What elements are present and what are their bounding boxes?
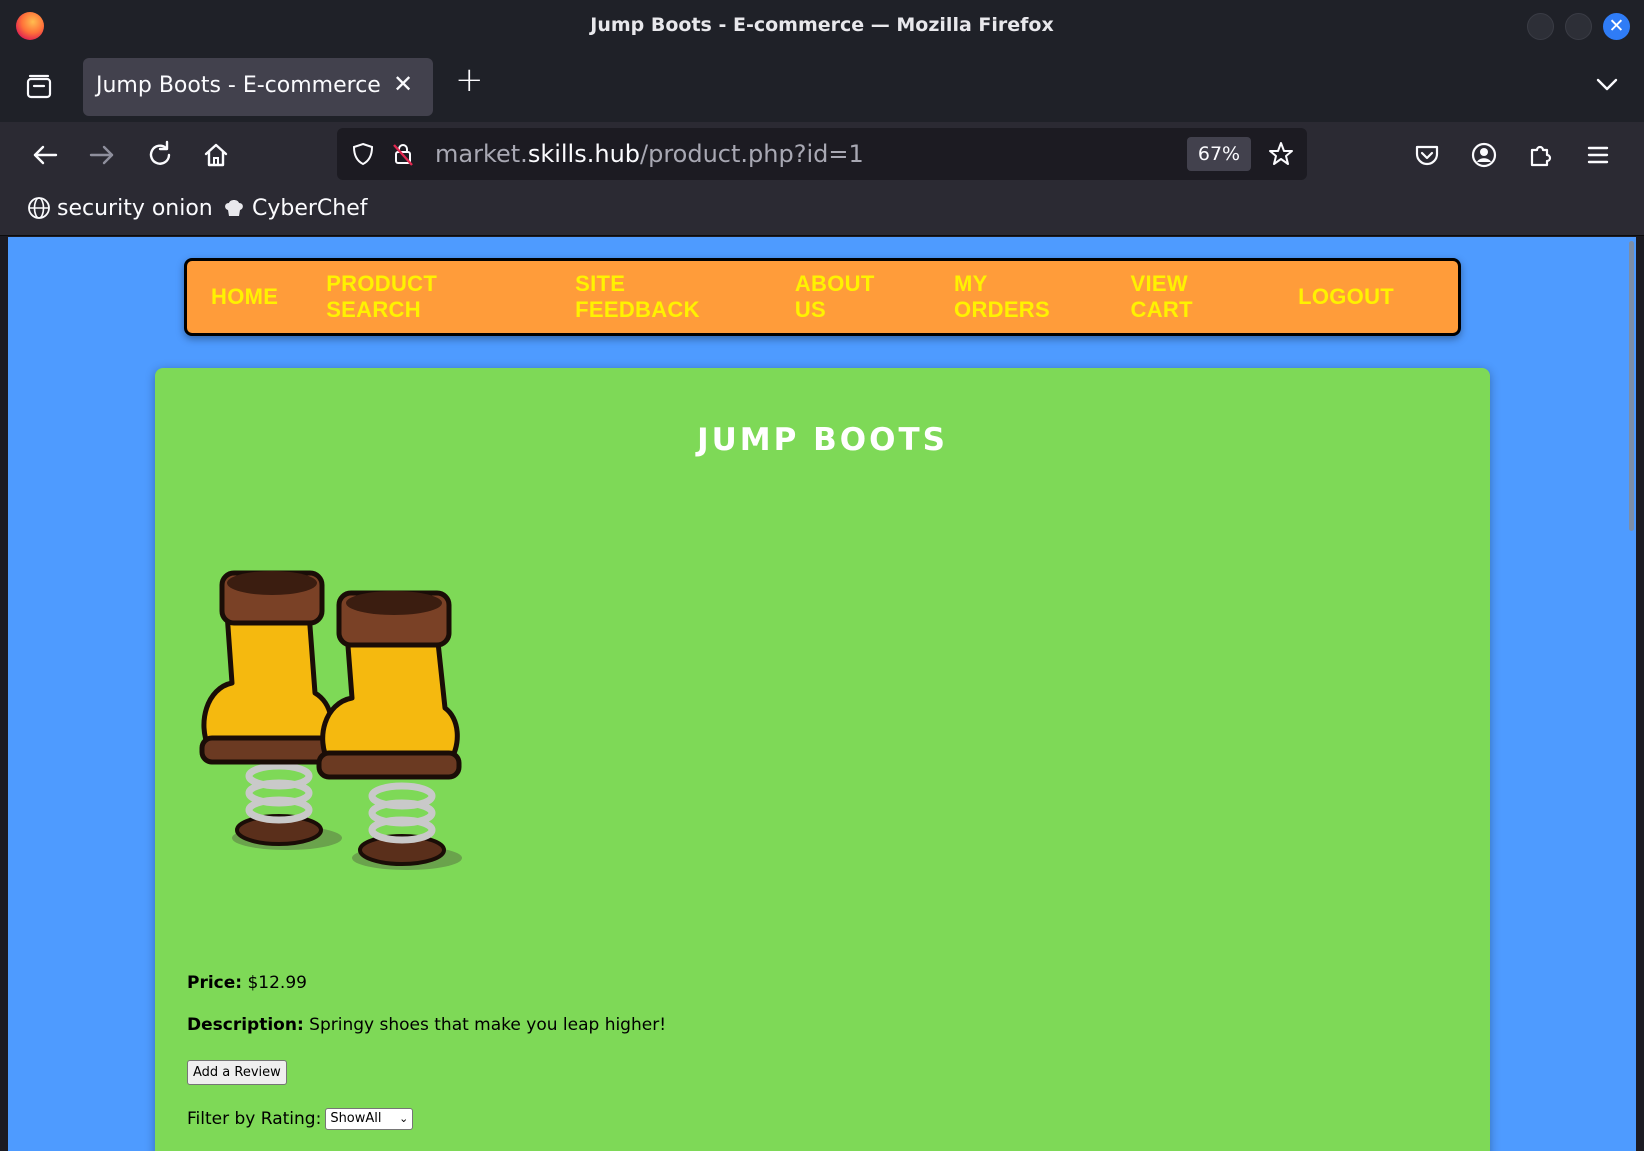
arrow-right-icon [89, 145, 114, 165]
bookmark-star-icon[interactable] [1266, 139, 1296, 169]
reload-icon [149, 140, 171, 165]
bookmarks-toolbar: security onion CyberChef [0, 188, 1644, 236]
page-scrollbar[interactable] [1626, 237, 1636, 1151]
bookmark-security-onion[interactable]: security onion [27, 196, 213, 221]
app-menu-button[interactable] [1581, 138, 1615, 172]
filter-line: Filter by Rating: ShowAll ⌄ [187, 1108, 414, 1130]
add-review-button[interactable]: Add a Review [187, 1060, 287, 1085]
rating-filter-select[interactable]: ShowAll ⌄ [325, 1108, 414, 1130]
globe-icon [28, 197, 50, 219]
back-button[interactable] [28, 138, 62, 172]
navigation-toolbar: market.skills.hub/product.php?id=1 67% [0, 122, 1644, 188]
home-icon [204, 143, 228, 167]
maximize-button[interactable] [1565, 13, 1592, 40]
pocket-button[interactable] [1410, 138, 1444, 172]
scrollbar-thumb[interactable] [1629, 241, 1634, 531]
nav-logout-link[interactable]: LOGOUT [1274, 284, 1418, 310]
url-text[interactable]: market.skills.hub/product.php?id=1 [435, 140, 864, 168]
price-value: $12.99 [247, 973, 307, 993]
description-line: Description: Springy shoes that make you… [187, 1015, 666, 1035]
price-label: Price: [187, 973, 243, 993]
chevron-down-icon [1596, 78, 1618, 91]
window-title: Jump Boots - E-commerce — Mozilla Firefo… [590, 14, 1054, 36]
rating-filter-value: ShowAll [330, 1111, 382, 1126]
forward-button[interactable] [85, 138, 119, 172]
price-line: Price: $12.99 [187, 973, 307, 993]
nav-my-orders-link[interactable]: MY ORDERS [930, 271, 1106, 323]
home-button[interactable] [199, 138, 233, 172]
nav-about-us-link[interactable]: ABOUT US [771, 271, 930, 323]
window-titlebar: Jump Boots - E-commerce — Mozilla Firefo… [0, 0, 1644, 54]
new-tab-button[interactable]: + [455, 60, 484, 100]
zoom-level-button[interactable]: 67% [1187, 137, 1251, 171]
address-bar[interactable]: market.skills.hub/product.php?id=1 67% [337, 128, 1307, 180]
nav-product-search-link[interactable]: PRODUCT SEARCH [302, 271, 551, 323]
account-button[interactable] [1467, 138, 1501, 172]
description-value: Springy shoes that make you leap higher! [309, 1015, 667, 1035]
tab-title: Jump Boots - E-commerce [96, 73, 381, 98]
chevron-down-icon: ⌄ [399, 1112, 409, 1125]
tracking-shield-icon[interactable] [349, 140, 377, 168]
url-prefix: market. [435, 140, 528, 168]
site-navigation: HOME PRODUCT SEARCH SITE FEEDBACK ABOUT … [184, 258, 1461, 336]
url-host: skills.hub [527, 140, 641, 168]
jump-boots-image [199, 570, 462, 870]
account-icon [1471, 142, 1497, 168]
tab-active[interactable]: Jump Boots - E-commerce ✕ [83, 58, 433, 116]
insecure-lock-icon[interactable] [389, 140, 417, 168]
pocket-icon [1415, 145, 1439, 166]
nav-view-cart-link[interactable]: VIEW CART [1107, 271, 1275, 323]
filter-label: Filter by Rating: [187, 1109, 322, 1129]
nav-site-feedback-link[interactable]: SITE FEEDBACK [551, 271, 771, 323]
puzzle-piece-icon [1530, 145, 1552, 167]
hamburger-menu-icon [1587, 146, 1609, 164]
list-all-tabs-button[interactable] [1590, 68, 1624, 106]
bookmark-label: CyberChef [252, 196, 368, 221]
bookmark-label: security onion [57, 196, 213, 221]
nav-home-link[interactable]: HOME [187, 284, 302, 310]
url-path: /product.php?id=1 [640, 140, 864, 168]
minimize-button[interactable] [1527, 13, 1554, 40]
description-label: Description: [187, 1015, 304, 1035]
tab-close-button[interactable]: ✕ [393, 70, 413, 98]
tab-bar: Jump Boots - E-commerce ✕ + [0, 54, 1644, 122]
firefox-view-button[interactable] [22, 70, 56, 104]
firefox-view-icon [26, 74, 52, 99]
product-card: JUMP BOOTS Price: $12.99 Description: Sp… [155, 368, 1490, 1151]
chef-hat-icon [225, 200, 243, 216]
bookmark-cyberchef[interactable]: CyberChef [222, 196, 368, 221]
product-title: JUMP BOOTS [697, 422, 948, 458]
extensions-button[interactable] [1524, 138, 1558, 172]
page-viewport: HOME PRODUCT SEARCH SITE FEEDBACK ABOUT … [8, 237, 1634, 1151]
arrow-left-icon [33, 145, 58, 165]
close-window-button[interactable]: ✕ [1603, 13, 1630, 40]
reload-button[interactable] [143, 138, 177, 172]
